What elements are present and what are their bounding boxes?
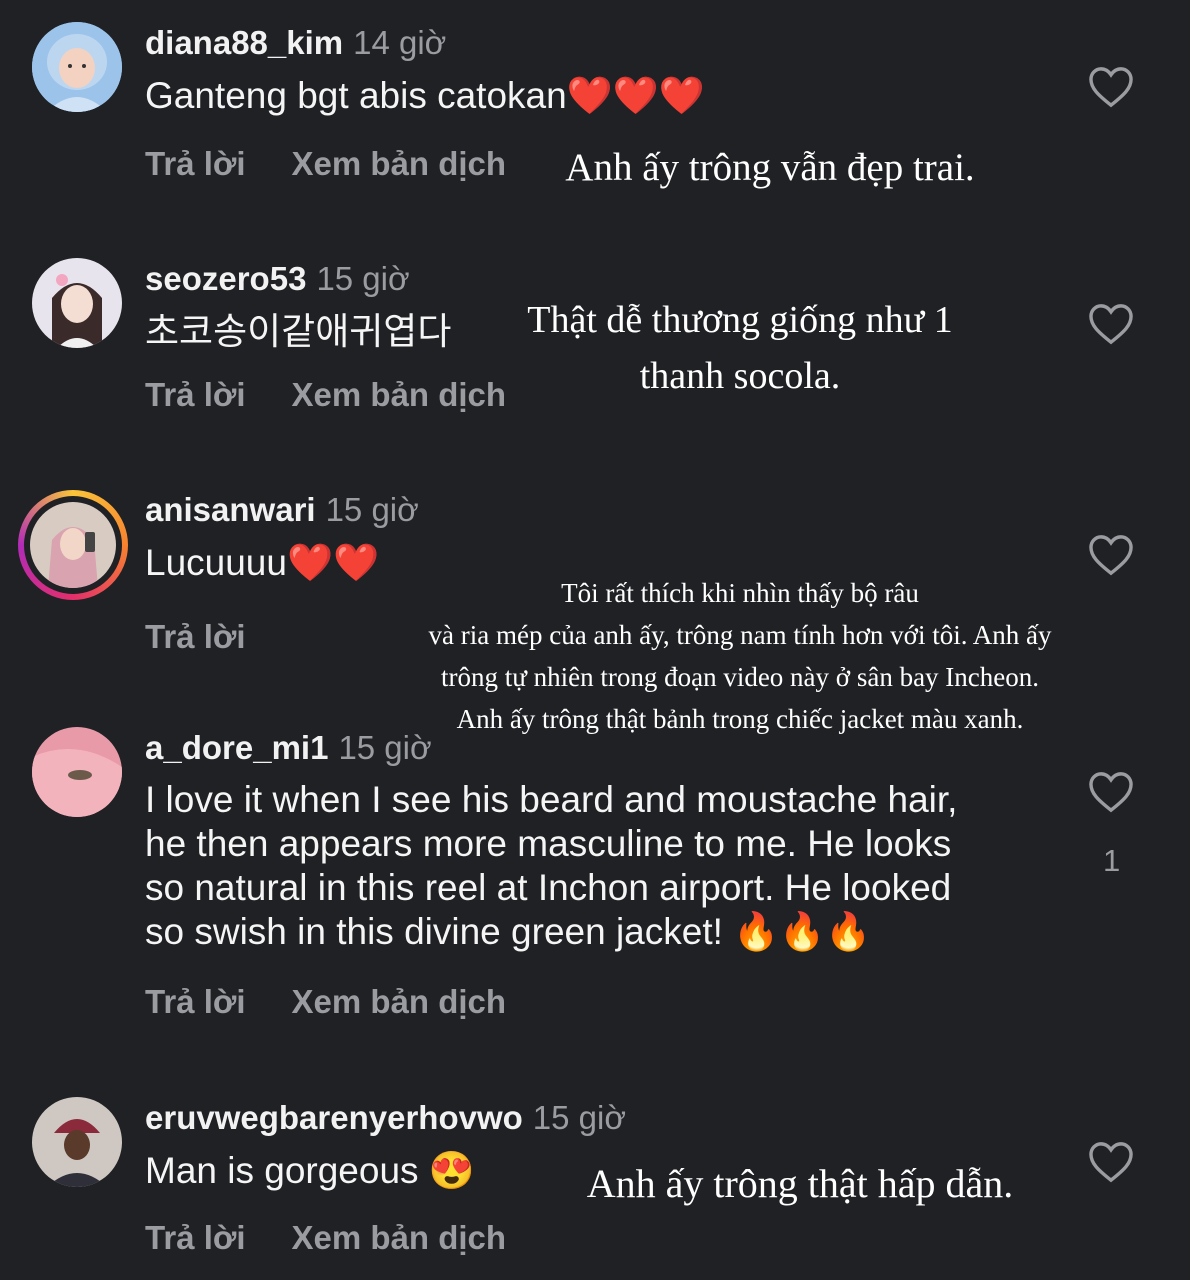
- translation-line: trông tự nhiên trong đoạn video này ở sâ…: [440, 662, 1040, 692]
- username[interactable]: a_dore_mi1: [145, 729, 328, 766]
- avatar[interactable]: [32, 258, 122, 348]
- avatar[interactable]: [32, 1097, 122, 1187]
- comment-actions: Trả lời: [145, 618, 292, 656]
- reply-button[interactable]: Trả lời: [145, 145, 246, 182]
- timestamp: 14 giờ: [353, 24, 447, 61]
- comment-actions: Trả lời Xem bản dịch: [145, 983, 552, 1021]
- comment-text: Ganteng bgt abis catokan❤️❤️❤️: [145, 75, 705, 116]
- translation-line: Tôi rất thích khi nhìn thấy bộ râu: [561, 578, 919, 608]
- avatar-image: [30, 502, 116, 588]
- comment-text: 초코송이같애귀엽다: [145, 311, 452, 352]
- comment-actions: Trả lời Xem bản dịch: [145, 1219, 552, 1257]
- username[interactable]: diana88_kim: [145, 24, 343, 61]
- reply-button[interactable]: Trả lời: [145, 983, 246, 1020]
- timestamp: 15 giờ: [316, 260, 410, 297]
- avatar-story-ring[interactable]: [18, 490, 128, 600]
- username[interactable]: eruvwegbarenyerhovwo: [145, 1099, 523, 1136]
- heart-outline-icon[interactable]: [1088, 66, 1134, 108]
- avatar-image: [32, 1097, 122, 1187]
- heart-outline-icon[interactable]: [1088, 303, 1134, 345]
- see-translation-button[interactable]: Xem bản dịch: [292, 1219, 507, 1256]
- comment-text: Lucuuuu❤️❤️: [145, 542, 380, 583]
- translation-overlay: Thật dễ thương giống như 1 thanh socola.: [490, 292, 990, 404]
- comment-line: I love it when I see his beard and moust…: [145, 779, 958, 820]
- translation-line: thanh socola.: [639, 355, 841, 397]
- timestamp: 15 giờ: [325, 491, 419, 528]
- like-count: 1: [1103, 843, 1121, 878]
- heart-outline-icon[interactable]: [1088, 771, 1134, 813]
- avatar: [30, 502, 116, 588]
- comment-actions: Trả lời Xem bản dịch: [145, 145, 552, 183]
- username[interactable]: seozero53: [145, 260, 306, 297]
- translation-overlay: Anh ấy trông thật hấp dẫn.: [586, 1161, 1014, 1206]
- comment-meta: anisanwari 15 giờ: [145, 491, 419, 529]
- comment-meta: eruvwegbarenyerhovwo 15 giờ: [145, 1099, 626, 1137]
- see-translation-button[interactable]: Xem bản dịch: [292, 376, 507, 413]
- heart-outline-icon[interactable]: [1088, 1141, 1134, 1183]
- comment-line: he then appears more masculine to me. He…: [145, 823, 952, 864]
- comment-line: so swish in this divine green jacket! 🔥🔥…: [145, 911, 872, 952]
- translation-line: Anh ấy trông thật bảnh trong chiếc jacke…: [456, 704, 1024, 734]
- avatar-image: [32, 727, 122, 817]
- translation-line: và ria mép của anh ấy, trông nam tính hơ…: [428, 620, 1052, 650]
- username[interactable]: anisanwari: [145, 491, 316, 528]
- translation-line: Thật dễ thương giống như 1: [527, 299, 953, 341]
- see-translation-button[interactable]: Xem bản dịch: [292, 983, 507, 1020]
- heart-outline-icon[interactable]: [1088, 534, 1134, 576]
- see-translation-button[interactable]: Xem bản dịch: [292, 145, 507, 182]
- comment-meta: seozero53 15 giờ: [145, 260, 410, 298]
- avatar[interactable]: [32, 727, 122, 817]
- comment-meta: a_dore_mi1 15 giờ: [145, 729, 432, 767]
- translation-overlay: Tôi rất thích khi nhìn thấy bộ râu và ri…: [350, 572, 1130, 740]
- comment-text: Man is gorgeous 😍: [145, 1150, 475, 1191]
- reply-button[interactable]: Trả lời: [145, 1219, 246, 1256]
- timestamp: 15 giờ: [338, 729, 432, 766]
- comment-meta: diana88_kim 14 giờ: [145, 24, 446, 62]
- timestamp: 15 giờ: [532, 1099, 626, 1136]
- reply-button[interactable]: Trả lời: [145, 618, 246, 655]
- avatar[interactable]: [32, 22, 122, 112]
- reply-button[interactable]: Trả lời: [145, 376, 246, 413]
- comment-line: so natural in this reel at Inchon airpor…: [145, 867, 952, 908]
- translation-overlay: Anh ấy trông vẫn đẹp trai.: [565, 146, 975, 189]
- comment-text: I love it when I see his beard and moust…: [145, 778, 957, 954]
- avatar-image: [32, 258, 122, 348]
- avatar-image: [32, 22, 122, 112]
